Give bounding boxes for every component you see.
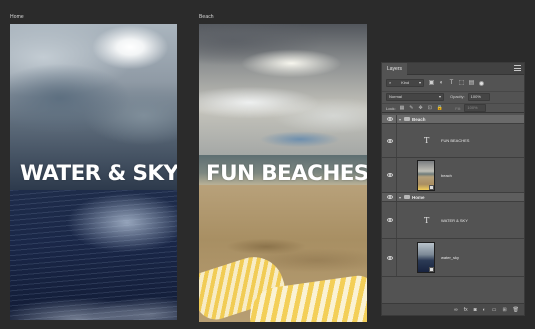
panel-footer: ∞ fx ◙ ◐ ▭ ⊞ 🗑 — [382, 303, 524, 315]
text-layer-icon: T — [424, 215, 430, 225]
home-headline[interactable]: WATER & SKY — [10, 161, 177, 186]
lock-label: Lock: — [386, 105, 396, 111]
lock-pixels-icon[interactable]: ✎ — [409, 105, 413, 111]
visibility-eye-icon[interactable] — [386, 255, 393, 260]
visibility-eye-icon[interactable] — [386, 138, 393, 143]
panel-menu-icon[interactable] — [514, 65, 521, 72]
shape-filter-icon[interactable]: ⬚ — [458, 80, 465, 87]
layer-thumbnail — [417, 242, 435, 273]
group-name: Beach — [412, 116, 426, 122]
layer-row-image[interactable]: beach — [382, 158, 524, 193]
wave-foam — [10, 266, 177, 320]
visibility-eye-icon[interactable] — [386, 173, 393, 178]
pixel-filter-icon[interactable]: ▣ — [428, 80, 435, 87]
beach-sky-photo — [199, 24, 367, 156]
layers-list: ▾ Beach T FUN BEACHES beach ▾ Home T WAT… — [382, 115, 524, 303]
adjustment-icon[interactable]: ◐ — [483, 307, 486, 313]
artboard-label-home[interactable]: Home — [10, 14, 24, 20]
lock-all-icon[interactable]: 🔒 — [437, 105, 443, 111]
blend-mode-select[interactable]: Normal ▾ — [386, 92, 444, 101]
lock-row: Lock: ▦ ✎ ✥ ⊡ 🔒 Fill: 100% — [382, 103, 524, 113]
opacity-label: Opacity: — [450, 94, 465, 99]
tab-layers[interactable]: Layers — [382, 63, 408, 75]
visibility-eye-icon[interactable] — [386, 195, 393, 200]
chevron-down-icon[interactable]: ▾ — [399, 195, 401, 200]
chevron-down-icon: ▾ — [438, 93, 441, 99]
fill-field[interactable]: 100% — [464, 104, 487, 112]
artboard-beach[interactable]: FUN BEACHES — [199, 24, 367, 322]
smart-object-badge-icon — [429, 267, 434, 272]
new-layer-icon[interactable]: ⊞ — [502, 307, 506, 313]
panel-tabbar: Layers — [382, 63, 524, 75]
layer-name: WATER & SKY — [441, 217, 468, 223]
opacity-value: 100% — [470, 93, 481, 99]
artboard-home[interactable]: WATER & SKY — [10, 24, 177, 320]
smart-object-filter-icon[interactable]: ▤ — [468, 80, 475, 87]
filter-row: ⌕ Kind ▾ ▣ ◐ T ⬚ ▤ — [382, 77, 524, 89]
kind-filter-label: Kind — [401, 80, 410, 85]
lock-position-icon[interactable]: ✥ — [419, 105, 423, 111]
kind-filter-select[interactable]: ⌕ Kind ▾ — [386, 79, 424, 87]
fx-icon[interactable]: fx — [464, 307, 468, 313]
blend-row: Normal ▾ Opacity: 100% — [382, 91, 524, 101]
fill-value: 100% — [467, 105, 478, 110]
layer-name: water_sky — [441, 255, 460, 260]
search-icon: ⌕ — [389, 80, 392, 85]
layer-row-image[interactable]: water_sky — [382, 239, 524, 277]
filter-icons: ▣ ◐ T ⬚ ▤ — [428, 80, 475, 87]
layer-group-beach[interactable]: ▾ Beach — [382, 115, 524, 124]
layer-name: FUN BEACHES — [441, 138, 470, 143]
lock-artboard-icon[interactable]: ⊡ — [428, 105, 432, 111]
link-icon[interactable]: ∞ — [454, 307, 458, 313]
chevron-down-icon: ▾ — [418, 80, 421, 85]
trash-icon[interactable]: 🗑 — [513, 307, 519, 313]
visibility-eye-icon[interactable] — [386, 218, 393, 223]
visibility-eye-icon[interactable] — [386, 117, 393, 122]
mask-icon[interactable]: ◙ — [474, 307, 477, 313]
group-folder-icon[interactable]: ▭ — [492, 307, 497, 313]
lock-icons: ▦ ✎ ✥ ⊡ 🔒 — [400, 105, 444, 111]
layer-row-text[interactable]: T WATER & SKY — [382, 202, 524, 239]
layer-group-home[interactable]: ▾ Home — [382, 193, 524, 202]
layer-thumbnail — [417, 159, 435, 191]
type-filter-icon[interactable]: T — [448, 80, 455, 87]
layer-row-text[interactable]: T FUN BEACHES — [382, 124, 524, 158]
adjustment-filter-icon[interactable]: ◐ — [438, 80, 445, 87]
opacity-field[interactable]: 100% — [467, 92, 490, 101]
smart-object-badge-icon — [429, 184, 434, 190]
chevron-down-icon[interactable]: ▾ — [399, 117, 401, 122]
layer-name: beach — [441, 172, 452, 178]
blend-mode-value: Normal — [389, 93, 402, 99]
folder-icon — [404, 195, 410, 199]
group-name: Home — [412, 194, 425, 200]
filter-toggle[interactable] — [479, 80, 484, 86]
layers-panel: Layers ⌕ Kind ▾ ▣ ◐ T ⬚ ▤ Normal ▾ Opaci… — [381, 62, 525, 316]
fill-label: Fill: — [455, 105, 462, 111]
folder-icon — [404, 117, 410, 121]
artboard-label-beach[interactable]: Beach — [199, 14, 214, 20]
beach-headline[interactable]: FUN BEACHES — [199, 161, 367, 186]
lock-transparency-icon[interactable]: ▦ — [400, 105, 405, 111]
text-layer-icon: T — [424, 136, 430, 145]
